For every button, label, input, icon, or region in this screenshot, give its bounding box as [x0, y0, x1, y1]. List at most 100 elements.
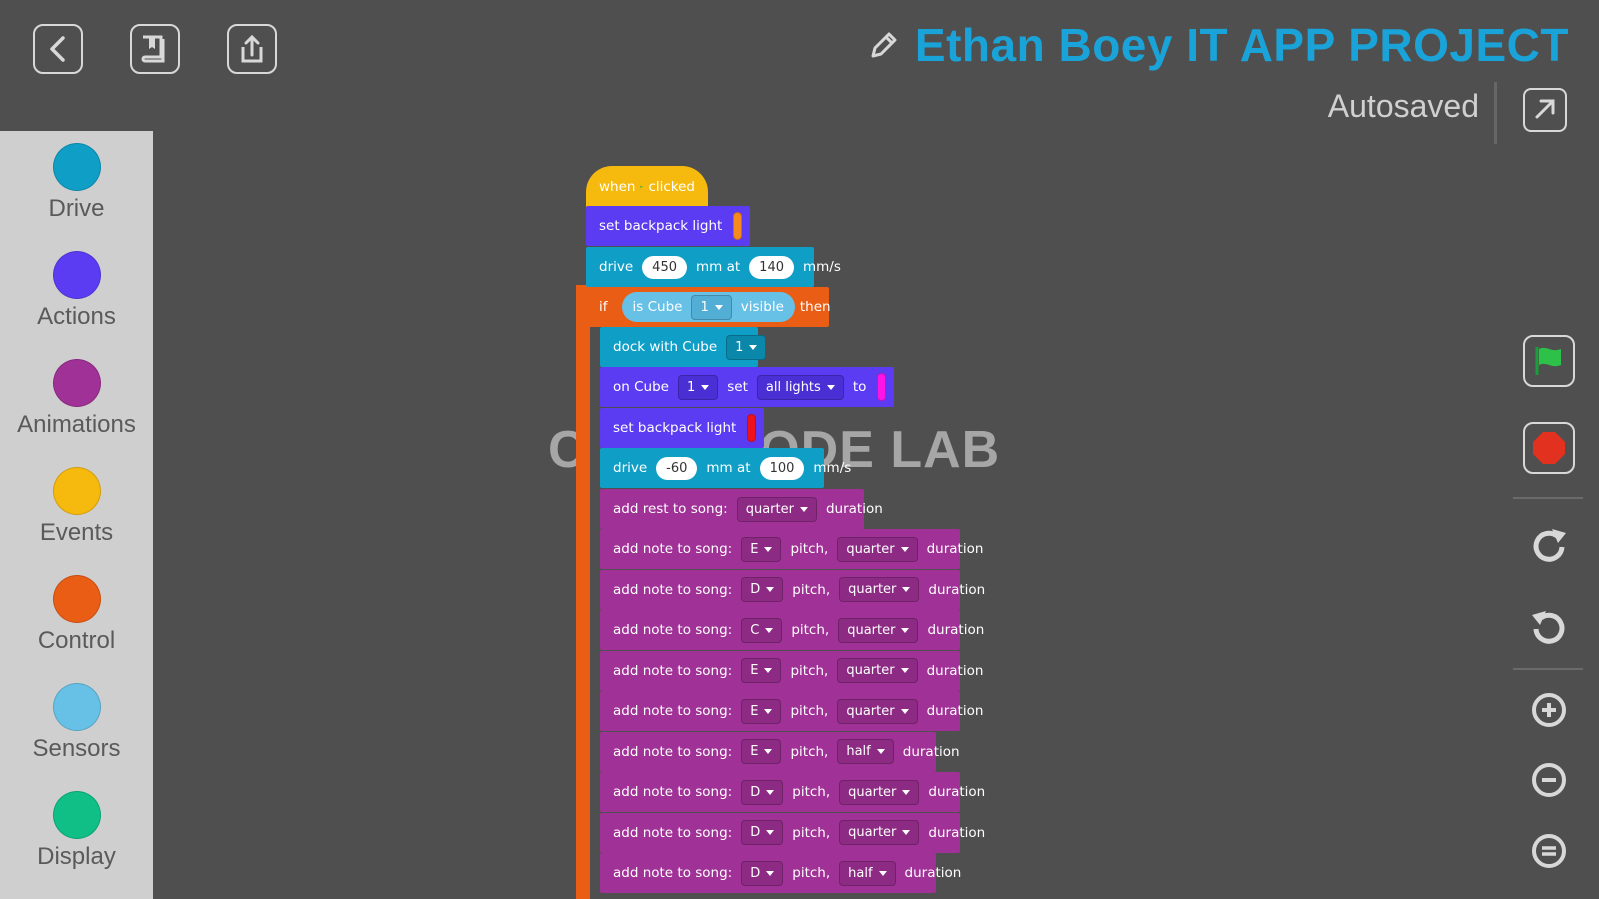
stop-icon [1533, 432, 1565, 464]
duration-dropdown[interactable]: quarter [838, 617, 919, 643]
drive-dot-icon [52, 143, 101, 191]
set-backpack-light-block[interactable]: set backpack light [600, 408, 764, 448]
color-picker[interactable] [877, 373, 886, 401]
add-note-block[interactable]: add note to song: Epitch, quarter duration [600, 529, 983, 569]
pitch-dropdown[interactable]: D [741, 860, 784, 886]
redo-button[interactable] [1523, 520, 1575, 572]
zoom-reset-button[interactable] [1523, 825, 1575, 877]
duration-dropdown[interactable]: quarter [837, 536, 918, 562]
zoom-in-button[interactable] [1523, 684, 1575, 736]
pitch-dropdown[interactable]: E [741, 536, 782, 562]
add-note-block[interactable]: add note to song: Epitch, quarter duration [600, 650, 983, 691]
add-note-block[interactable]: add note to song: Dpitch, quarter duration [600, 569, 985, 610]
if-then-block[interactable]: if is Cube 1 visible then [586, 287, 831, 327]
pitch-dropdown[interactable]: E [741, 739, 782, 764]
dock-with-cube-block[interactable]: dock with Cube 1 [600, 327, 767, 367]
duration-dropdown[interactable]: quarter [837, 658, 918, 683]
stop-button[interactable] [1523, 422, 1575, 474]
undo-button[interactable] [1523, 602, 1575, 654]
back-button[interactable] [33, 24, 83, 74]
block-text: add note to song: [613, 662, 733, 679]
cube-lights-block[interactable]: on Cube 1 set all lights to [600, 367, 894, 407]
distance-input[interactable]: 450 [642, 255, 687, 279]
pitch-dropdown[interactable]: D [741, 820, 784, 845]
block-text: clicked [648, 179, 695, 195]
drive-block[interactable]: drive -60 mm at 100 mm/s [600, 448, 851, 488]
display-dot-icon [52, 791, 101, 839]
autosave-status: Autosaved [1327, 88, 1479, 124]
add-note-block[interactable]: add note to song: Epitch, half duration [600, 731, 960, 772]
category-sensors[interactable]: Sensors [0, 683, 153, 763]
block-text: duration [825, 501, 883, 517]
distance-input[interactable]: -60 [656, 456, 698, 480]
cube-dropdown[interactable]: 1 [726, 334, 767, 360]
sensors-dot-icon [52, 683, 101, 731]
duration-dropdown[interactable]: quarter [839, 779, 920, 805]
drive-block[interactable]: drive 450 mm at 140 mm/s [586, 247, 841, 287]
add-note-block[interactable]: add note to song: Cpitch, quarter duration [600, 610, 984, 650]
category-drive[interactable]: Drive [0, 143, 153, 223]
block-text: pitch, [790, 743, 829, 760]
category-events[interactable]: Events [0, 467, 153, 547]
block-text: duration [928, 581, 986, 598]
add-rest-block[interactable]: add rest to song: quarter duration [600, 489, 883, 529]
color-picker[interactable] [733, 212, 742, 240]
events-dot-icon [52, 467, 101, 515]
pitch-dropdown[interactable]: C [741, 617, 783, 643]
duration-dropdown[interactable]: half [839, 860, 896, 886]
category-label: Actions [37, 303, 116, 330]
speed-input[interactable]: 100 [759, 456, 805, 480]
color-picker[interactable] [747, 414, 756, 442]
category-sidebar: Drive Actions Animations Events Control … [0, 131, 153, 899]
pitch-dropdown[interactable]: E [741, 698, 782, 724]
run-button[interactable] [1523, 335, 1575, 387]
duration-dropdown[interactable]: quarter [736, 496, 817, 522]
set-backpack-light-block[interactable]: set backpack light [586, 206, 750, 246]
block-text: pitch, [790, 541, 829, 557]
is-cube-visible-block[interactable]: is Cube 1 visible [621, 292, 795, 322]
duration-dropdown[interactable]: quarter [837, 698, 918, 724]
add-note-block[interactable]: add note to song: Epitch, quarter duration [600, 691, 983, 731]
block-text: add note to song: [613, 622, 733, 638]
block-text: to [852, 379, 867, 395]
category-display[interactable]: Display [0, 791, 153, 871]
project-title[interactable]: Ethan Boey IT APP PROJECT [915, 18, 1569, 72]
zoom-reset-icon [1532, 834, 1566, 868]
zoom-in-icon [1532, 693, 1566, 727]
add-note-block[interactable]: add note to song: Dpitch, quarter duration [600, 812, 985, 853]
zoom-out-button[interactable] [1523, 754, 1575, 806]
category-animations[interactable]: Animations [0, 359, 153, 439]
expand-button[interactable] [1523, 88, 1567, 132]
block-text: then [799, 299, 831, 315]
pencil-icon[interactable] [867, 28, 901, 62]
book-button[interactable] [130, 24, 180, 74]
block-text: pitch, [792, 784, 831, 800]
cube-dropdown[interactable]: 1 [691, 294, 732, 320]
block-text: pitch, [790, 662, 829, 679]
duration-dropdown[interactable]: half [837, 739, 894, 764]
category-actions[interactable]: Actions [0, 251, 153, 331]
block-text: drive [613, 460, 648, 476]
when-flag-clicked-block[interactable]: when clicked [586, 166, 708, 208]
category-label: Sensors [32, 735, 121, 762]
add-note-block[interactable]: add note to song: Dpitch, quarter duration [600, 772, 985, 812]
block-text: is Cube [632, 299, 683, 315]
duration-dropdown[interactable]: quarter [839, 577, 920, 602]
share-button[interactable] [227, 24, 277, 74]
redo-icon [1533, 529, 1566, 562]
expand-icon [1535, 99, 1555, 119]
duration-dropdown[interactable]: quarter [839, 820, 920, 845]
back-icon [50, 36, 65, 62]
category-control[interactable]: Control [0, 575, 153, 655]
pitch-dropdown[interactable]: E [741, 658, 782, 683]
lights-dropdown[interactable]: all lights [756, 374, 844, 400]
block-text: duration [928, 824, 986, 841]
pitch-dropdown[interactable]: D [741, 779, 784, 805]
block-text: pitch, [790, 703, 829, 719]
cube-dropdown[interactable]: 1 [677, 374, 719, 400]
pitch-dropdown[interactable]: D [741, 577, 784, 602]
block-text: add note to song: [613, 743, 733, 760]
speed-input[interactable]: 140 [749, 255, 794, 279]
block-text: when [599, 179, 636, 195]
add-note-block[interactable]: add note to song: Dpitch, half duration [600, 853, 961, 893]
